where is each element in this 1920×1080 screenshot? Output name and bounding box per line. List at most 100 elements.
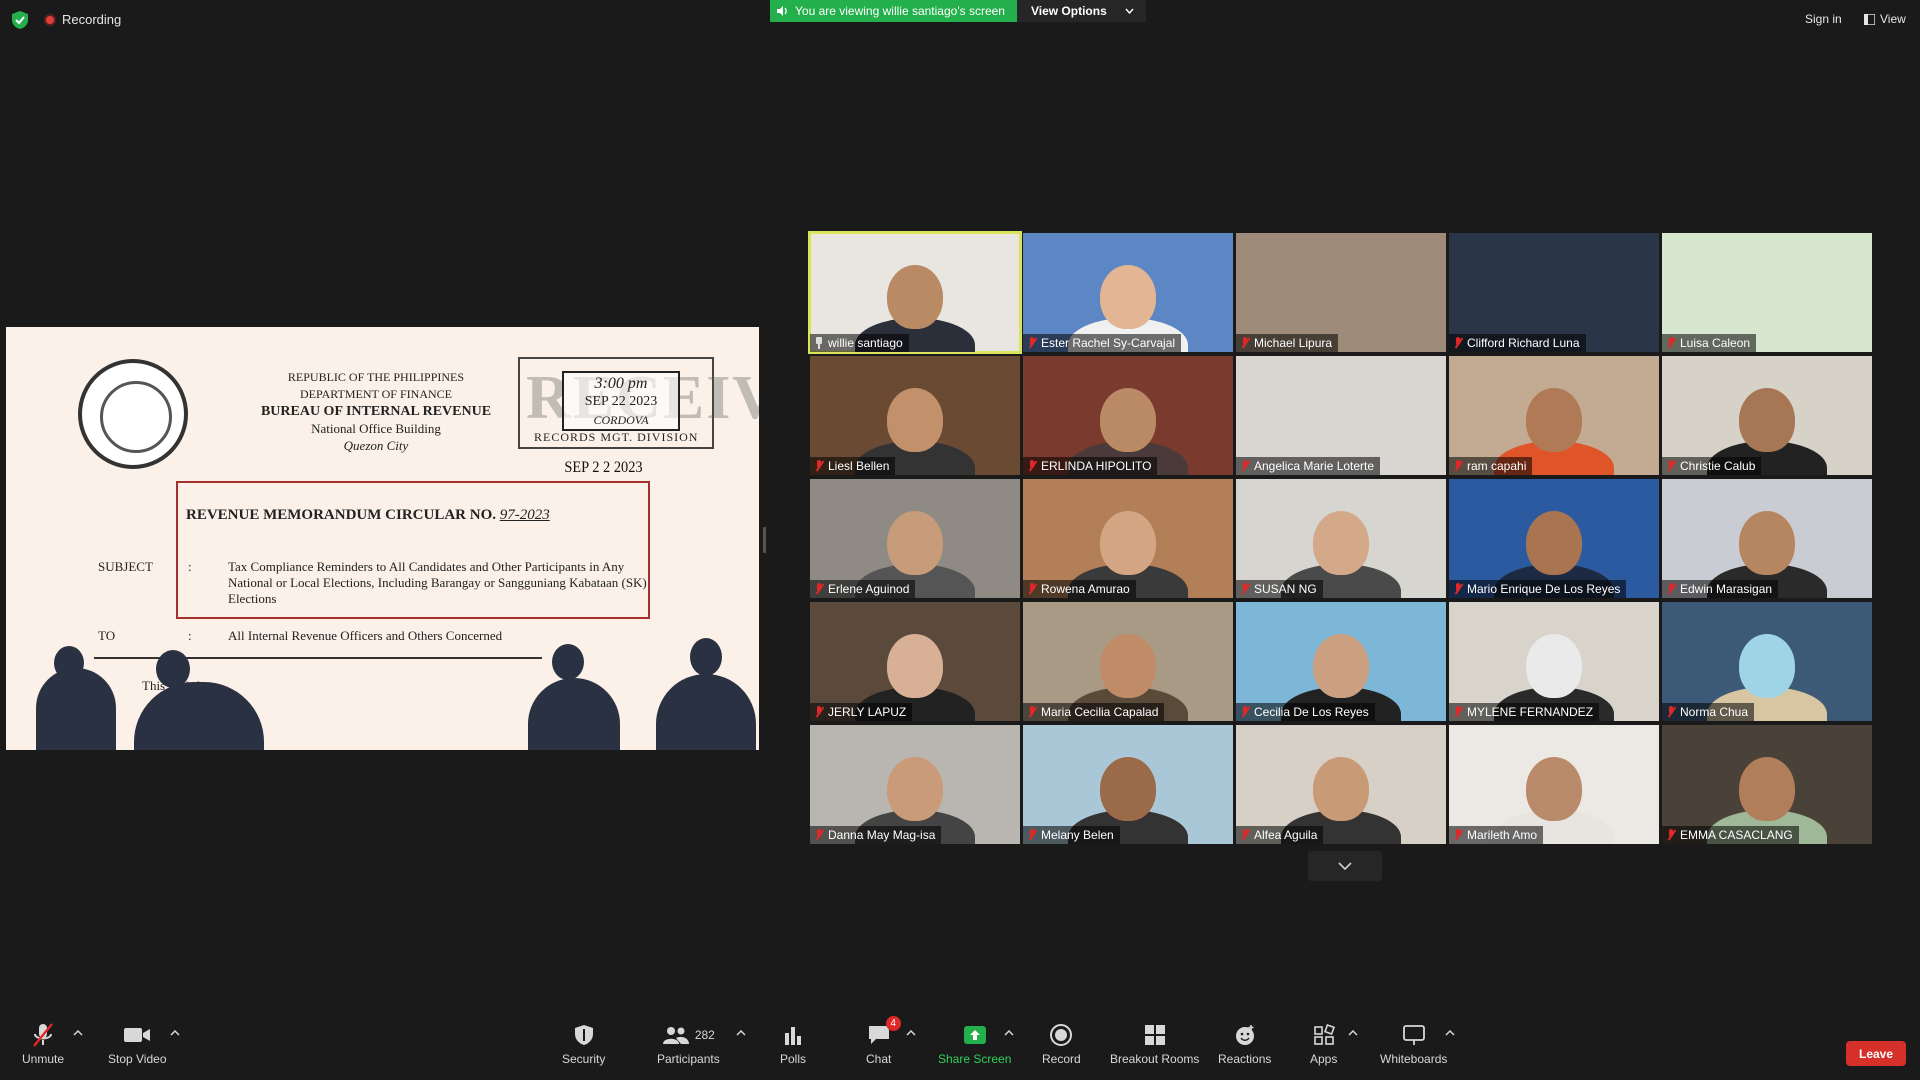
participant-name: MYLENE FERNANDEZ (1467, 705, 1594, 719)
participant-tile[interactable]: Christie Calub (1662, 356, 1872, 475)
participant-name-bar: Cecilia De Los Reyes (1236, 703, 1375, 721)
participant-tile[interactable]: Marileth Amo (1449, 725, 1659, 844)
share-screen-button[interactable]: Share Screen (938, 1022, 1011, 1066)
unmute-label: Unmute (22, 1052, 65, 1066)
microphone-muted-icon (1240, 829, 1250, 841)
participants-label: Participants (657, 1052, 720, 1066)
participant-face (1313, 511, 1369, 576)
reactions-button[interactable]: Reactions (1218, 1022, 1271, 1066)
to-label: TO (98, 628, 116, 643)
polls-label: Polls (780, 1052, 807, 1066)
participant-tile[interactable]: Alfea Aguila (1236, 725, 1446, 844)
participant-tile[interactable]: Danna May Mag-isa (810, 725, 1020, 844)
stamp-time: 3:00 pm (594, 375, 648, 392)
participant-name-bar: SUSAN NG (1236, 580, 1323, 598)
view-button[interactable]: View (1864, 12, 1906, 26)
apps-button[interactable]: Apps (1310, 1022, 1337, 1066)
microphone-muted-icon (1453, 460, 1463, 472)
participant-name: JERLY LAPUZ (828, 705, 907, 719)
participant-name-bar: Christie Calub (1662, 457, 1762, 475)
silhouette-head (690, 638, 722, 676)
participant-tile[interactable]: Erlene Aguinod (810, 479, 1020, 598)
participant-tile[interactable]: Rowena Amurao (1023, 479, 1233, 598)
participant-name: Liesl Bellen (828, 459, 890, 473)
participant-name: SUSAN NG (1254, 582, 1317, 596)
participant-tile[interactable]: EMMA CASACLANG (1662, 725, 1872, 844)
split-divider-handle[interactable] (763, 527, 766, 553)
leave-button[interactable]: Leave (1846, 1041, 1906, 1066)
participant-tile[interactable]: Mario Enrique De Los Reyes (1449, 479, 1659, 598)
participant-name-bar: ERLINDA HIPOLITO (1023, 457, 1158, 475)
participant-face (1739, 634, 1795, 699)
shared-screen[interactable]: REPUBLIC OF THE PHILIPPINES DEPARTMENT O… (6, 327, 759, 750)
received-stamp: RECEIVED 3:00 pm SEP 22 2023 CORDOVA REC… (518, 357, 759, 449)
chevron-up-icon[interactable] (170, 1028, 180, 1038)
participant-tile[interactable]: SUSAN NG (1236, 479, 1446, 598)
participant-name: Danna May Mag-isa (828, 828, 936, 842)
participants-button[interactable]: 282 Participants (657, 1022, 720, 1066)
participant-name: Norma Chua (1680, 705, 1749, 719)
participant-tile[interactable]: Melany Belen (1023, 725, 1233, 844)
sign-in-button[interactable]: Sign in (1805, 12, 1842, 26)
microphone-muted-icon (814, 460, 824, 472)
participant-tile[interactable]: Cecilia De Los Reyes (1236, 602, 1446, 721)
chat-button[interactable]: 4 Chat (866, 1016, 901, 1066)
participant-tile[interactable]: Maria Cecilia Capalad (1023, 602, 1233, 721)
participant-name-bar: MYLENE FERNANDEZ (1449, 703, 1600, 721)
participant-name-bar: Alfea Aguila (1236, 826, 1324, 844)
participant-name-bar: willie santiago (810, 334, 909, 352)
chevron-up-icon[interactable] (73, 1028, 83, 1038)
participant-name-bar: Edwin Marasigan (1662, 580, 1779, 598)
participant-tile[interactable]: Liesl Bellen (810, 356, 1020, 475)
microphone-muted-icon (1666, 460, 1676, 472)
participant-tile[interactable]: ERLINDA HIPOLITO (1023, 356, 1233, 475)
chevron-up-icon[interactable] (1445, 1028, 1455, 1038)
whiteboards-button[interactable]: Whiteboards (1380, 1022, 1447, 1066)
participant-tile[interactable]: ram capahi (1449, 356, 1659, 475)
participant-name: EMMA CASACLANG (1680, 828, 1793, 842)
participant-tile[interactable]: Michael Lipura (1236, 233, 1446, 352)
participant-name-bar: Danna May Mag-isa (810, 826, 942, 844)
participant-tile[interactable]: Luisa Caleon (1662, 233, 1872, 352)
chevron-up-icon[interactable] (736, 1028, 746, 1038)
participant-tile[interactable]: Ester Rachel Sy-Carvajal (1023, 233, 1233, 352)
participant-face (887, 265, 943, 330)
participant-name-bar: Norma Chua (1662, 703, 1755, 721)
silhouette-head (156, 650, 190, 688)
unmute-button[interactable]: Unmute (22, 1022, 64, 1066)
screen-share-banner: You are viewing willie santiago's screen… (770, 0, 1146, 22)
stop-video-button[interactable]: Stop Video (108, 1022, 167, 1066)
view-label: View (1880, 12, 1906, 26)
participant-tile[interactable]: Edwin Marasigan (1662, 479, 1872, 598)
record-label: Record (1042, 1052, 1081, 1066)
recording-indicator[interactable]: Recording (44, 12, 121, 27)
participant-tile[interactable]: willie santiago (808, 231, 1022, 354)
gallery-next-page-button[interactable] (1308, 851, 1382, 881)
participant-tile[interactable]: JERLY LAPUZ (810, 602, 1020, 721)
stamp-footer: RECORDS MGT. DIVISION (534, 430, 699, 444)
participant-tile[interactable]: Norma Chua (1662, 602, 1872, 721)
microphone-muted-icon (1453, 337, 1463, 349)
participant-name: Marileth Amo (1467, 828, 1538, 842)
security-button[interactable]: Security (562, 1022, 605, 1066)
microphone-muted-icon (1666, 337, 1676, 349)
microphone-muted-icon (1240, 583, 1250, 595)
chevron-up-icon[interactable] (906, 1028, 916, 1038)
view-options-button[interactable]: View Options (1016, 0, 1146, 22)
participant-face (887, 388, 943, 453)
polls-button[interactable]: Polls (780, 1022, 806, 1066)
shield-icon[interactable] (12, 11, 28, 29)
chat-badge: 4 (885, 1016, 901, 1031)
participant-tile[interactable]: MYLENE FERNANDEZ (1449, 602, 1659, 721)
participant-tile[interactable]: Clifford Richard Luna (1449, 233, 1659, 352)
breakout-rooms-button[interactable]: Breakout Rooms (1110, 1022, 1199, 1066)
view-options-label: View Options (1030, 4, 1107, 18)
participant-name: Melany Belen (1041, 828, 1114, 842)
header-city: Quezon City (343, 438, 409, 453)
participant-tile[interactable]: Angelica Marie Loterte (1236, 356, 1446, 475)
chevron-down-icon (1125, 8, 1134, 14)
chevron-up-icon[interactable] (1004, 1028, 1014, 1038)
record-button[interactable]: Record (1042, 1022, 1081, 1066)
chat-label: Chat (866, 1052, 892, 1066)
chevron-up-icon[interactable] (1348, 1028, 1358, 1038)
